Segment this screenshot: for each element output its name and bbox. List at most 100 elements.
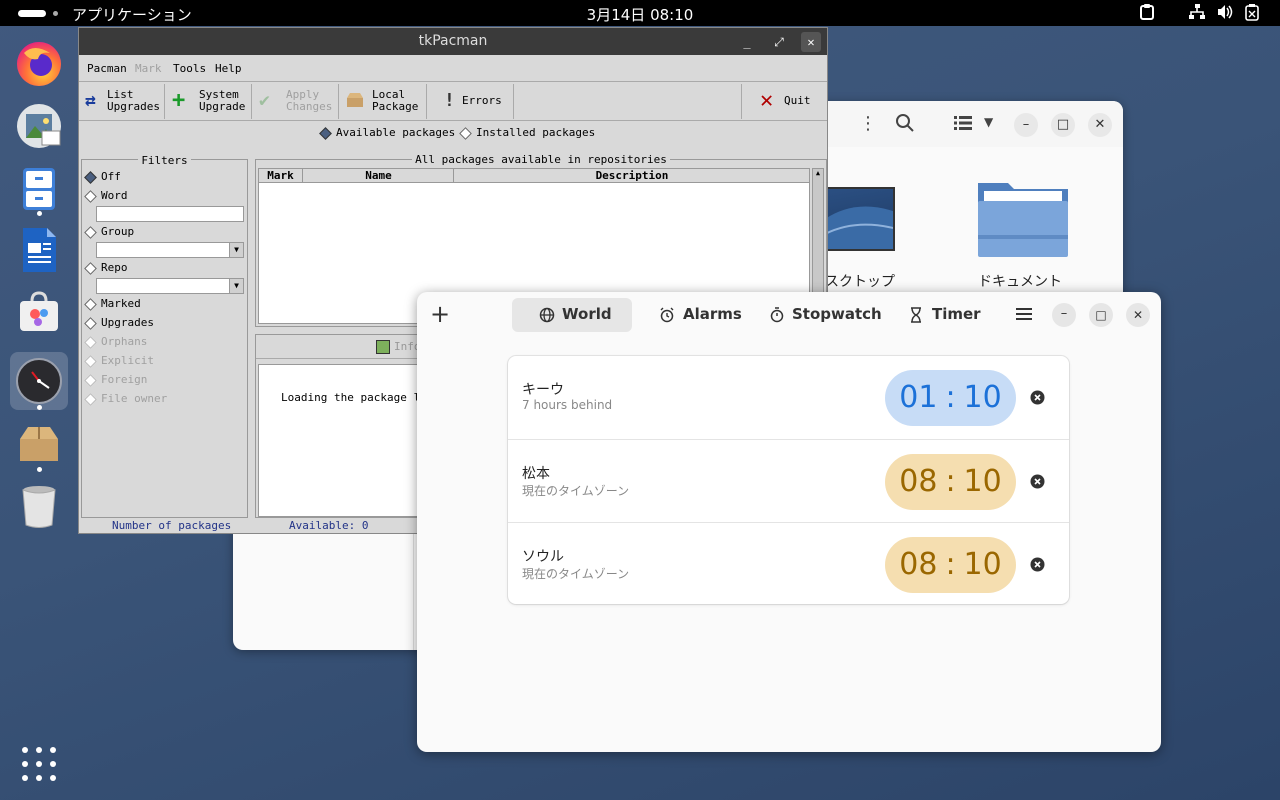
filter-marked[interactable]: Marked xyxy=(84,297,141,311)
quit-button[interactable]: ✕ Quit xyxy=(741,84,827,119)
column-header-description[interactable]: Description xyxy=(455,169,809,182)
filter-word[interactable]: Word xyxy=(84,189,128,203)
repo-select[interactable]: ▼ xyxy=(96,278,244,294)
file-cabinet-icon[interactable] xyxy=(14,163,64,213)
minimize-button[interactable]: _ xyxy=(737,32,757,52)
filter-label: Orphans xyxy=(101,335,148,348)
radio-installed[interactable]: Installed packages xyxy=(459,126,596,140)
firefox-icon[interactable] xyxy=(14,39,64,89)
column-header-name[interactable]: Name xyxy=(304,169,454,182)
main-menu-icon[interactable] xyxy=(1016,306,1032,325)
close-button[interactable]: ✕ xyxy=(801,32,821,52)
system-upgrade-button[interactable]: + System Upgrade xyxy=(166,84,252,119)
errors-button[interactable]: ! Errors xyxy=(428,84,514,119)
filter-explicit[interactable]: Explicit xyxy=(84,354,154,368)
filter-group[interactable]: Group xyxy=(84,225,134,239)
more-options-icon[interactable]: ⋮ xyxy=(859,113,877,134)
column-header-mark[interactable]: Mark xyxy=(259,169,303,182)
clipboard-icon[interactable] xyxy=(1140,4,1154,24)
minimize-button[interactable]: – xyxy=(1052,303,1076,327)
chevron-down-icon[interactable]: ▼ xyxy=(229,279,243,293)
menu-tools[interactable]: Tools xyxy=(173,62,206,75)
close-button[interactable]: ✕ xyxy=(1088,113,1112,137)
tab-alarms[interactable]: Alarms xyxy=(652,298,742,332)
close-button[interactable]: ✕ xyxy=(1126,303,1150,327)
remove-clock-icon[interactable] xyxy=(1030,557,1045,576)
filter-file-owner[interactable]: File owner xyxy=(84,392,168,406)
local-package-button[interactable]: Local Package xyxy=(340,84,427,119)
filter-upgrades[interactable]: Upgrades xyxy=(84,316,154,330)
word-input[interactable] xyxy=(96,206,244,222)
radio-available[interactable]: Available packages xyxy=(319,126,455,140)
scroll-up-icon[interactable]: ▲ xyxy=(813,169,823,177)
hourglass-icon xyxy=(908,307,924,327)
radio-indicator xyxy=(84,225,97,239)
menu-pacman[interactable]: Pacman xyxy=(87,62,127,75)
radio-indicator xyxy=(84,170,97,184)
network-icon[interactable] xyxy=(1189,4,1205,24)
world-clock-row[interactable]: キーウ 7 hours behind 01:10 xyxy=(508,356,1069,439)
clocks-icon[interactable] xyxy=(10,352,68,410)
button-label: Changes xyxy=(286,100,333,113)
list-view-icon[interactable] xyxy=(954,115,972,135)
filter-orphans[interactable]: Orphans xyxy=(84,335,148,349)
trash-icon[interactable] xyxy=(14,481,64,531)
list-upgrades-button[interactable]: ⇄ List Upgrades xyxy=(79,84,165,119)
city-offset: 現在のタイムゾーン xyxy=(522,567,630,581)
maximize-button[interactable]: □ xyxy=(1051,113,1075,137)
folder-icon[interactable] xyxy=(976,177,1070,263)
titlebar: tkPacman _ ⤢ ✕ xyxy=(79,28,827,55)
running-indicator xyxy=(37,467,42,472)
maximize-button[interactable]: ⤢ xyxy=(769,32,789,52)
radio-indicator xyxy=(84,392,97,406)
applications-menu[interactable]: アプリケーション xyxy=(72,4,192,25)
desktop-folder-thumbnail[interactable] xyxy=(823,187,895,251)
apply-changes-button[interactable]: ✔ Apply Changes xyxy=(253,84,339,119)
filter-label: Foreign xyxy=(101,373,148,386)
minimize-button[interactable]: – xyxy=(1014,113,1038,137)
button-label: Upgrade xyxy=(199,100,246,113)
world-clock-row[interactable]: ソウル 現在のタイムゾーン 08:10 xyxy=(508,522,1069,604)
battery-icon[interactable] xyxy=(1245,4,1259,25)
add-world-clock-button[interactable]: + xyxy=(430,301,450,327)
view-options-chevron-icon[interactable]: ▼ xyxy=(984,115,993,129)
time-separator: : xyxy=(945,464,956,499)
writer-icon[interactable] xyxy=(14,225,64,275)
search-icon[interactable] xyxy=(895,113,915,137)
filter-label: File owner xyxy=(101,392,168,405)
radio-indicator xyxy=(84,354,97,368)
info-icon xyxy=(376,340,390,354)
button-label: Package xyxy=(372,100,419,113)
world-clock-row[interactable]: 松本 現在のタイムゾーン 08:10 xyxy=(508,439,1069,522)
filter-off[interactable]: Off xyxy=(84,170,121,184)
group-select[interactable]: ▼ xyxy=(96,242,244,258)
remove-clock-icon[interactable] xyxy=(1030,390,1045,409)
volume-icon[interactable] xyxy=(1217,4,1234,24)
filters-legend: Filters xyxy=(138,154,191,167)
package-manager-icon[interactable] xyxy=(14,419,64,469)
software-store-icon[interactable] xyxy=(14,287,64,337)
menu-mark[interactable]: Mark xyxy=(135,62,162,75)
chevron-down-icon[interactable]: ▼ xyxy=(229,243,243,257)
image-viewer-icon[interactable] xyxy=(14,101,64,151)
toolbar: ⇄ List Upgrades + System Upgrade ✔ Apply Ch… xyxy=(79,83,827,121)
remove-clock-icon[interactable] xyxy=(1030,474,1045,493)
radio-label: Installed packages xyxy=(476,126,596,139)
maximize-button[interactable]: □ xyxy=(1089,303,1113,327)
tab-stopwatch[interactable]: Stopwatch xyxy=(762,298,882,332)
filter-repo[interactable]: Repo xyxy=(84,261,128,275)
checkmark-icon: ✔ xyxy=(259,90,270,111)
menu-help[interactable]: Help xyxy=(215,62,242,75)
tab-world[interactable]: World xyxy=(512,298,632,332)
filter-label: Upgrades xyxy=(101,316,154,329)
divider xyxy=(413,534,414,650)
app-grid-icon[interactable] xyxy=(14,743,64,793)
date-time[interactable]: 3月14日 08:10 xyxy=(587,6,694,24)
tab-timer[interactable]: Timer xyxy=(902,298,987,332)
activities-indicator[interactable] xyxy=(18,10,46,17)
info-tab[interactable]: Info xyxy=(376,340,421,354)
time-hours: 08 xyxy=(899,547,938,582)
tab-label: Stopwatch xyxy=(792,305,882,323)
filter-foreign[interactable]: Foreign xyxy=(84,373,148,387)
dock xyxy=(0,26,78,800)
